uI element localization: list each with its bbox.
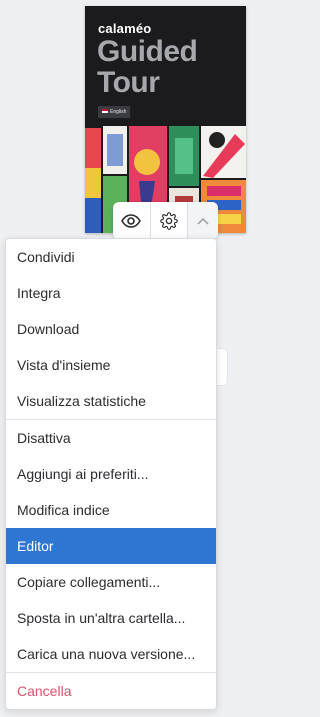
menu-item-vista-insieme[interactable]: Vista d'insieme [6, 347, 216, 383]
menu-item-sposta-cartella[interactable]: Sposta in un'altra cartella... [6, 600, 216, 636]
gear-icon [160, 211, 178, 230]
publication-actions-menu: Condividi Integra Download Vista d'insie… [5, 238, 217, 710]
menu-item-modifica-indice[interactable]: Modifica indice [6, 492, 216, 528]
menu-item-cancella[interactable]: Cancella [6, 673, 216, 709]
cover-title: Guided Tour [97, 35, 198, 99]
cover-brand: calaméo [98, 21, 152, 36]
cover-title-line2: Tour [97, 66, 160, 99]
menu-group-share: Condividi Integra Download Vista d'insie… [6, 239, 216, 419]
menu-group-delete: Cancella [6, 673, 216, 709]
menu-item-integra[interactable]: Integra [6, 275, 216, 311]
collapse-button[interactable] [187, 202, 218, 239]
chevron-up-icon [197, 217, 209, 225]
preview-button[interactable] [113, 202, 150, 239]
menu-group-manage: Disattiva Aggiungi ai preferiti... Modif… [6, 420, 216, 672]
menu-item-download[interactable]: Download [6, 311, 216, 347]
cover-title-line1: Guided [97, 35, 198, 68]
menu-item-disattiva[interactable]: Disattiva [6, 420, 216, 456]
cover-language-badge: English [98, 106, 131, 118]
menu-item-preferiti[interactable]: Aggiungi ai preferiti... [6, 456, 216, 492]
menu-item-copiare-collegamenti[interactable]: Copiare collegamenti... [6, 564, 216, 600]
cover-action-bar [113, 202, 218, 239]
eye-icon [121, 213, 142, 228]
menu-item-condividi[interactable]: Condividi [6, 239, 216, 275]
menu-item-statistiche[interactable]: Visualizza statistiche [6, 383, 216, 419]
publication-cover[interactable]: calaméo Guided Tour English [85, 6, 246, 233]
menu-item-editor[interactable]: Editor [6, 528, 216, 564]
settings-button[interactable] [149, 202, 188, 239]
menu-item-nuova-versione[interactable]: Carica una nuova versione... [6, 636, 216, 672]
flag-icon [102, 109, 108, 113]
